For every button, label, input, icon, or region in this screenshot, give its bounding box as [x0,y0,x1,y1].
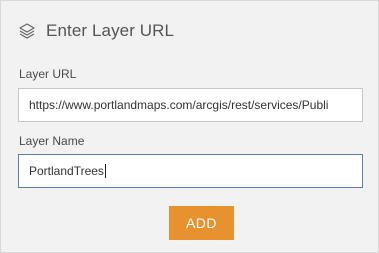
layer-url-value: https://www.portlandmaps.com/arcgis/rest… [29,98,329,112]
layer-name-value: PortlandTrees [29,164,104,178]
add-layer-panel: Enter Layer URL Layer URL https://www.po… [0,0,379,253]
layers-icon [18,22,36,40]
panel-header: Enter Layer URL [18,19,174,43]
text-caret [104,164,106,178]
panel-title: Enter Layer URL [46,21,175,40]
layer-name-input[interactable]: PortlandTrees [18,154,363,188]
layer-name-label: Layer Name [19,134,85,148]
add-button[interactable]: ADD [169,206,234,240]
layer-url-label: Layer URL [19,67,77,81]
layer-url-input[interactable]: https://www.portlandmaps.com/arcgis/rest… [18,88,363,122]
